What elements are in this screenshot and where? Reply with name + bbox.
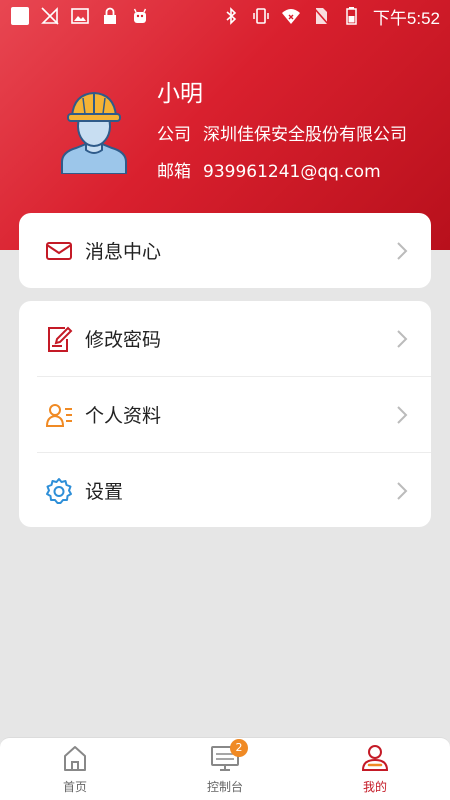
chevron-right-icon: [397, 330, 408, 348]
battery-icon: [341, 6, 361, 26]
company-row: 公司 深圳佳保安全股份有限公司: [157, 120, 407, 145]
user-card-icon: [45, 404, 72, 427]
image-icon: [70, 6, 90, 26]
menu-item-change-password[interactable]: 修改密码: [19, 301, 431, 376]
user-icon: [361, 745, 389, 771]
gear-icon: [46, 478, 72, 504]
company-label: 公司: [157, 125, 191, 145]
mail-icon: [46, 242, 72, 260]
menu-label-profile-info: 个人资料: [85, 405, 162, 427]
menu-label-messages: 消息中心: [85, 241, 162, 263]
bottom-tab-bar: 首页 控制台 我的: [0, 737, 450, 800]
menu-label-settings: 设置: [85, 481, 124, 503]
menu-item-settings[interactable]: 设置: [19, 453, 431, 528]
menu-item-profile-info[interactable]: 个人资料: [19, 377, 431, 452]
menu-item-messages[interactable]: 消息中心: [19, 213, 431, 288]
tab-label-mine: 我的: [362, 780, 387, 794]
bluetooth-icon: [221, 6, 241, 26]
email-value: 939961241@qq.com: [203, 162, 381, 182]
status-bar: 下午5:52: [0, 0, 450, 32]
edit-icon: [48, 326, 73, 352]
home-icon: [64, 746, 86, 771]
tab-mine[interactable]: 我的: [300, 738, 450, 800]
no-sim-icon: [311, 6, 331, 26]
user-name: 小明: [157, 81, 203, 107]
email-row: 邮箱 939961241@qq.com: [157, 157, 381, 182]
tab-console[interactable]: 控制台: [150, 738, 300, 800]
messages-card: 消息中心: [19, 213, 431, 288]
settings-card: 修改密码 个人资料 设置: [19, 301, 431, 527]
wifi-icon: [281, 6, 301, 26]
profile-info: 小明 公司 深圳佳保安全股份有限公司 邮箱 939961241@qq.com: [0, 60, 450, 200]
email-label: 邮箱: [157, 162, 191, 182]
tab-label-console: 控制台: [206, 780, 243, 794]
console-badge: 2: [230, 739, 248, 757]
chevron-right-icon: [397, 482, 408, 500]
square-icon: [10, 6, 30, 26]
chevron-right-icon: [397, 406, 408, 424]
chevron-right-icon: [397, 242, 408, 260]
clock: 下午5:52: [372, 8, 440, 28]
tab-home[interactable]: 首页: [0, 738, 150, 800]
tab-label-home: 首页: [62, 780, 87, 794]
worker-avatar-icon[interactable]: [56, 88, 132, 174]
menu-label-change-password: 修改密码: [85, 329, 162, 351]
company-value: 深圳佳保安全股份有限公司: [203, 125, 407, 145]
no-signal-icon: [40, 6, 60, 26]
lock-icon: [100, 6, 120, 26]
vibrate-icon: [251, 6, 271, 26]
android-icon: [130, 6, 150, 26]
